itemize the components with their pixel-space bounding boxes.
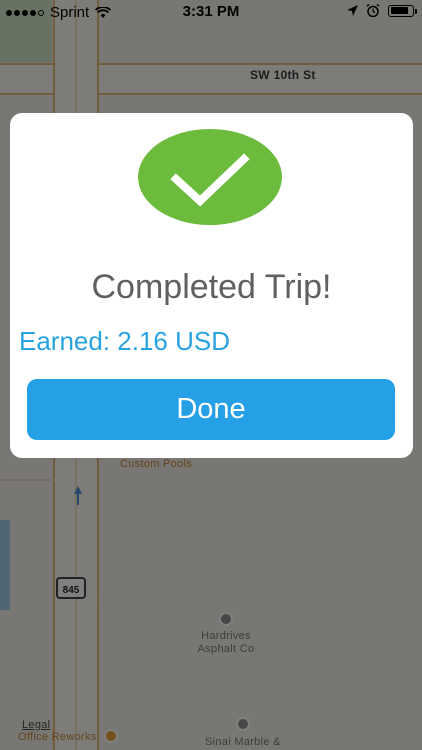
earned-amount: Earned: 2.16 USD [19,326,231,356]
checkmark-icon [170,153,250,207]
location-arrow-icon [347,5,358,16]
trip-complete-dialog: Completed Trip! Earned: 2.16 USD Done [10,113,413,458]
battery-level [390,7,408,14]
status-bar: Sprint 3:31 PM [0,0,422,24]
dialog-title: Completed Trip! [91,268,332,306]
success-badge [138,129,282,225]
battery-icon [388,4,417,17]
alarm-icon [366,4,380,17]
done-button[interactable]: Done [27,379,395,440]
status-right [347,4,417,17]
